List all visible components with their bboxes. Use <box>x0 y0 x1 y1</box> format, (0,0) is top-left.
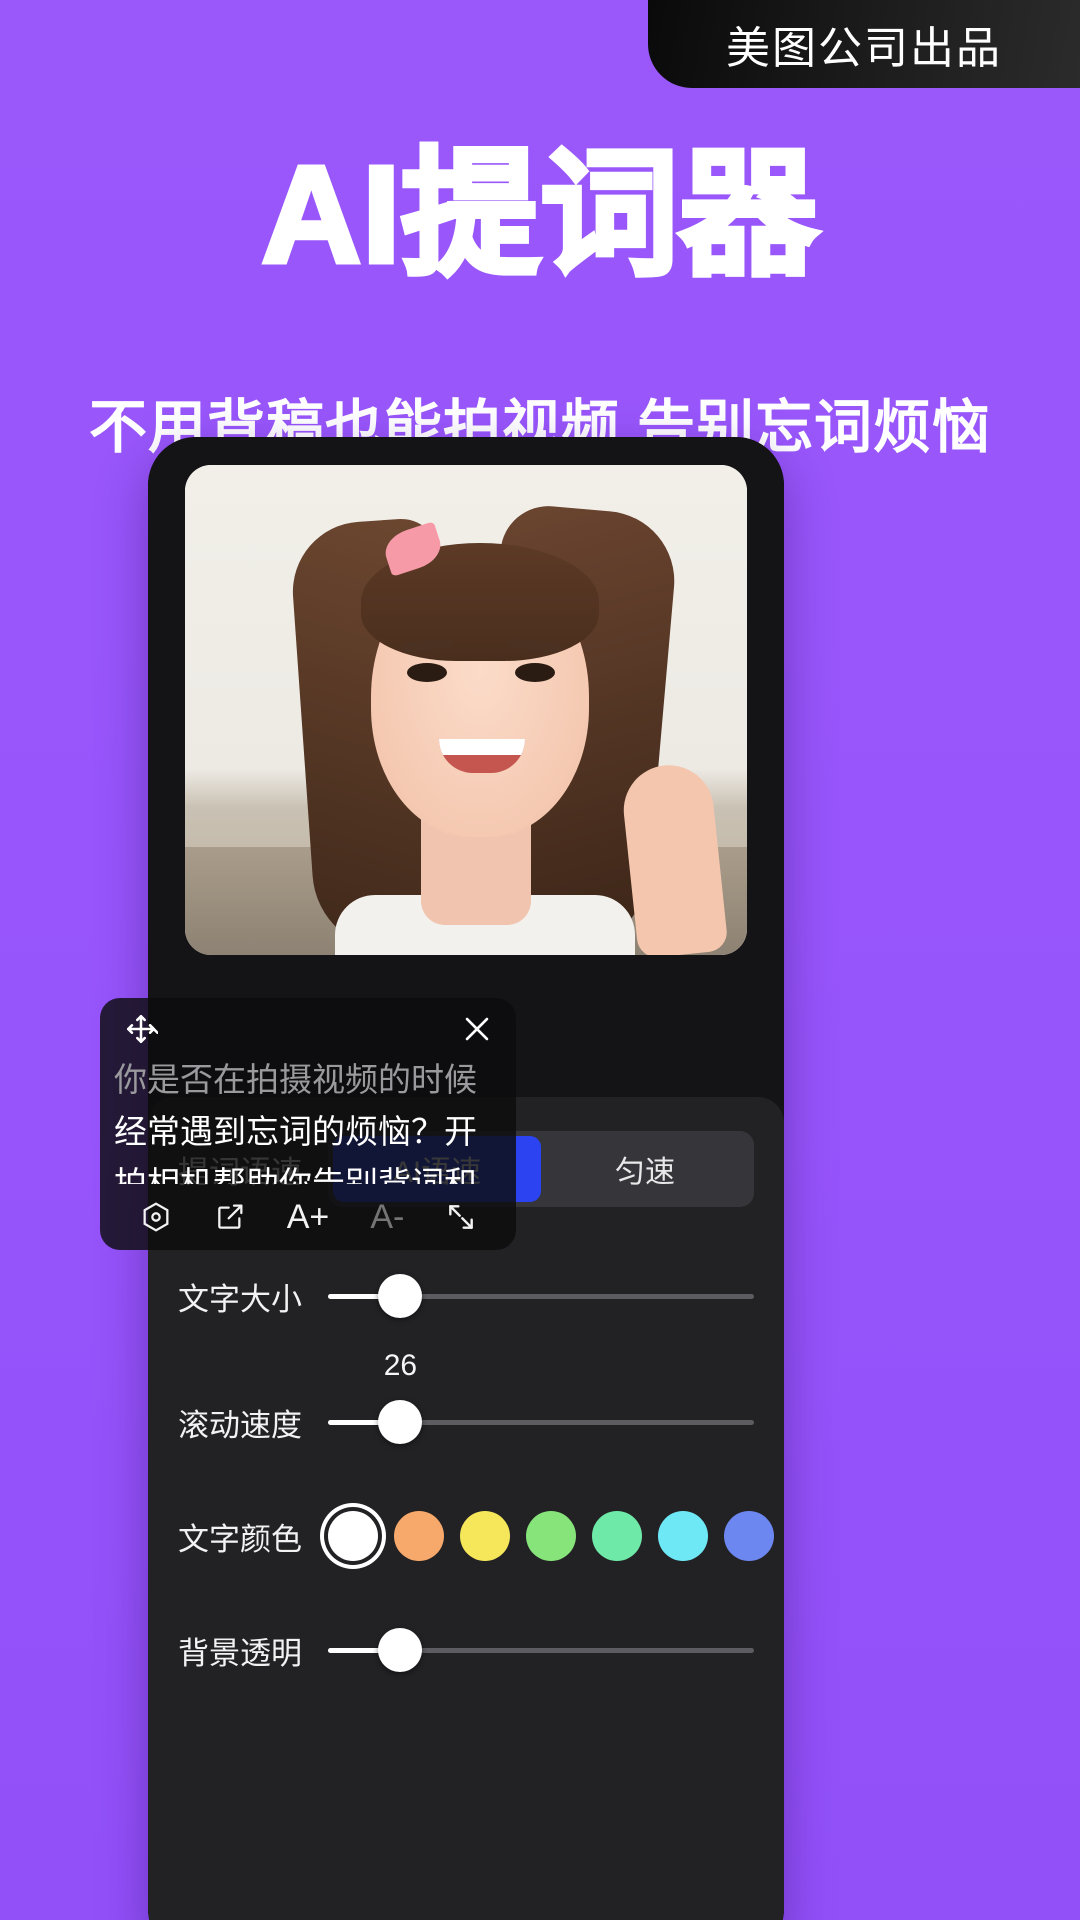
promo-poster: 美图公司出品 AI提词器 不用背稿也能拍视频 告别忘词烦恼 匀速 文字大小 滚动… <box>0 0 1080 1920</box>
brand-badge-label: 美图公司出品 <box>726 24 1002 73</box>
teleprompter-header <box>100 998 516 1060</box>
color-swatch[interactable] <box>592 1511 642 1561</box>
edit-icon[interactable] <box>214 1201 246 1233</box>
scroll-speed-label: 滚动速度 <box>178 1407 302 1443</box>
text-color-label: 文字颜色 <box>178 1521 302 1557</box>
teleprompter-line: 经常遇到忘词的烦恼？开 <box>114 1113 477 1150</box>
settings-hex-icon[interactable] <box>139 1200 173 1234</box>
font-increase-label: A+ <box>286 1198 330 1236</box>
teleprompter-overlay[interactable]: 你是否在拍摄视频的时候 经常遇到忘词的烦恼？开 拍相机帮助你告别背词和 A+ A… <box>100 998 516 1250</box>
font-increase-icon[interactable]: A+ <box>287 1200 330 1234</box>
font-decrease-icon[interactable]: A- <box>370 1200 404 1234</box>
text-color-row: 文字颜色 <box>178 1511 774 1561</box>
text-size-knob[interactable] <box>378 1274 423 1318</box>
scroll-speed-value: 26 <box>383 1349 418 1382</box>
move-arrows-icon[interactable] <box>124 1012 158 1046</box>
preview-eye-right <box>515 663 555 682</box>
bg-transparency-slider[interactable] <box>328 1613 754 1687</box>
bg-transparency-label: 背景透明 <box>178 1635 302 1671</box>
color-swatch[interactable] <box>526 1511 576 1561</box>
text-color-swatches[interactable] <box>328 1511 784 1561</box>
font-decrease-label: A- <box>370 1198 405 1236</box>
brand-badge: 美图公司出品 <box>648 0 1080 88</box>
bg-transparency-knob[interactable] <box>378 1628 423 1672</box>
color-swatch[interactable] <box>460 1511 510 1561</box>
resize-icon[interactable] <box>445 1201 477 1233</box>
speed-option-constant[interactable]: 匀速 <box>541 1136 749 1202</box>
teleprompter-line: 你是否在拍摄视频的时候 <box>114 1061 477 1098</box>
text-size-slider[interactable] <box>328 1259 754 1333</box>
scroll-speed-slider[interactable]: 26 <box>328 1349 754 1459</box>
color-swatch[interactable] <box>328 1511 378 1561</box>
color-swatch[interactable] <box>658 1511 708 1561</box>
bg-transparency-row: 背景透明 <box>178 1613 754 1687</box>
page-title: AI提词器 <box>259 138 820 292</box>
color-swatch[interactable] <box>394 1511 444 1561</box>
teleprompter-line: 拍相机帮助你告别背词和 <box>114 1165 477 1184</box>
color-swatch[interactable] <box>724 1511 774 1561</box>
preview-teeth <box>439 739 525 755</box>
teleprompter-text: 你是否在拍摄视频的时候 经常遇到忘词的烦恼？开 拍相机帮助你告别背词和 <box>100 1054 516 1184</box>
teleprompter-toolbar: A+ A- <box>100 1184 516 1250</box>
scroll-speed-row: 滚动速度 26 <box>178 1349 754 1459</box>
text-size-label: 文字大小 <box>178 1281 302 1317</box>
scroll-speed-knob[interactable] <box>378 1400 423 1444</box>
text-size-row: 文字大小 <box>178 1259 754 1333</box>
camera-preview <box>185 465 747 955</box>
close-icon[interactable] <box>460 1012 494 1046</box>
preview-eye-left <box>407 663 447 682</box>
